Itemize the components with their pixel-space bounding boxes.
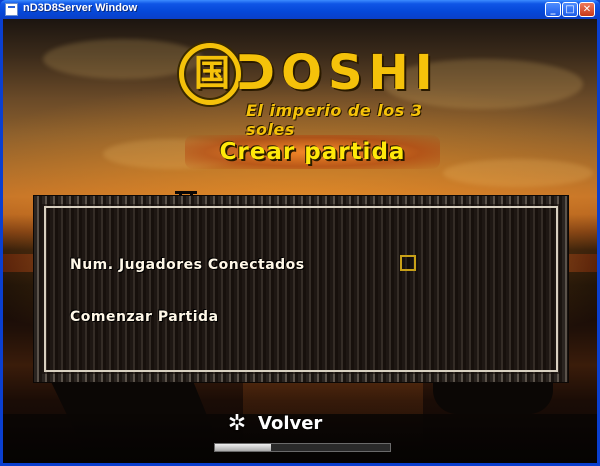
loading-progress-bar: [214, 443, 391, 452]
connected-players-label: Num. Jugadores Conectados: [70, 257, 305, 273]
logo-subtitle: El imperio de los 3 soles: [246, 101, 423, 139]
logo-wordmark: ᑐOSHI: [236, 45, 439, 101]
title-bar[interactable]: nD3D8Server Window _ □ ✕: [0, 0, 600, 19]
start-game-button[interactable]: Comenzar Partida: [70, 309, 219, 325]
window-title: nD3D8Server Window: [23, 2, 138, 14]
logo-kanji: 国: [193, 53, 230, 94]
screen-title-banner: Crear partida: [185, 135, 440, 169]
cloud: [443, 159, 593, 187]
maximize-button[interactable]: □: [562, 2, 578, 17]
loading-progress-fill: [215, 444, 271, 451]
minimize-button[interactable]: _: [545, 2, 561, 17]
window-app-icon: [5, 3, 18, 16]
app-window: nD3D8Server Window _ □ ✕ 国 ᑐOSHI El impe…: [0, 0, 600, 466]
menu-panel-inner-frame: [44, 206, 558, 372]
game-logo: 国 ᑐOSHI El imperio de los 3 soles: [174, 39, 434, 139]
game-viewport: 国 ᑐOSHI El imperio de los 3 soles Crear …: [3, 19, 597, 463]
menu-panel: Num. Jugadores Conectados Comenzar Parti…: [33, 195, 569, 383]
connected-players-checkbox[interactable]: [400, 255, 416, 271]
screen-title: Crear partida: [219, 139, 406, 165]
close-button[interactable]: ✕: [579, 2, 595, 17]
shuriken-icon: ✲: [227, 411, 247, 436]
back-label: Volver: [258, 413, 323, 434]
